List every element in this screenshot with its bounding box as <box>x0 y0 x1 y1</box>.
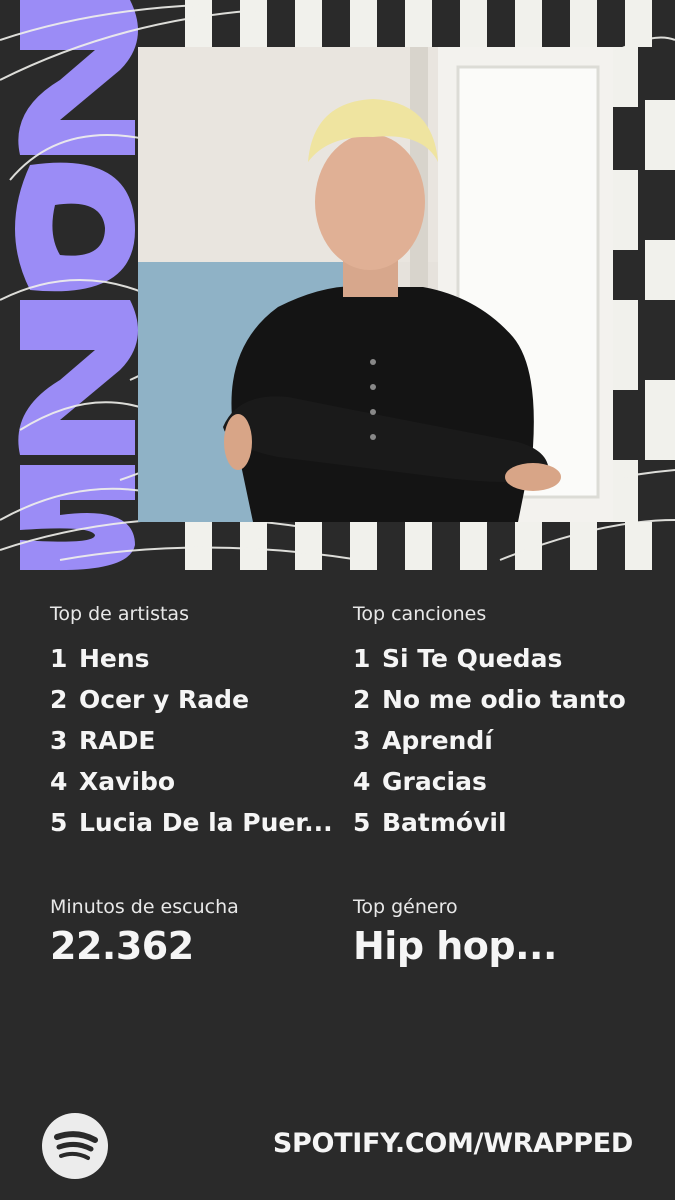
song-item: 5 Batmóvil <box>353 808 507 837</box>
song-item: 3 Aprendí <box>353 726 493 755</box>
song-item: 4 Gracias <box>353 767 487 796</box>
artist-item: 4 Xavibo <box>50 767 176 796</box>
artist-item: 3 RADE <box>50 726 156 755</box>
genre-value: Hip hop... <box>353 924 557 968</box>
song-item: 2 No me odio tanto <box>353 685 626 714</box>
artist-name: Xavibo <box>79 767 176 796</box>
top-artists-list: 1 Hens 2 Ocer y Rade 3 RADE 4 Xavibo 5 Lucia … <box>50 638 333 843</box>
top-songs-heading: Top canciones <box>353 603 487 625</box>
artist-name: Hens <box>79 644 150 673</box>
artist-name: Lucia De la Puer... <box>79 808 333 837</box>
artist-item: 5 Lucia De la Puer... <box>50 808 333 837</box>
wrapped-url-link[interactable]: SPOTIFY.COM/WRAPPED <box>273 1128 633 1159</box>
spotify-logo-icon[interactable] <box>42 1113 108 1179</box>
song-name: No me odio tanto <box>382 685 626 714</box>
hero-artwork <box>0 0 675 570</box>
artist-name: Ocer y Rade <box>79 685 250 714</box>
song-name: Gracias <box>382 767 487 796</box>
song-name: Batmóvil <box>382 808 507 837</box>
genre-label: Top género <box>353 896 458 918</box>
song-name: Aprendí <box>382 726 493 755</box>
artist-name: RADE <box>79 726 156 755</box>
artist-photo <box>138 47 613 522</box>
top-artists-heading: Top de artistas <box>50 603 189 625</box>
artist-item: 2 Ocer y Rade <box>50 685 250 714</box>
song-name: Si Te Quedas <box>382 644 563 673</box>
minutes-value: 22.362 <box>50 924 194 968</box>
artist-item: 1 Hens <box>50 644 150 673</box>
song-item: 1 Si Te Quedas <box>353 644 563 673</box>
minutes-label: Minutos de escucha <box>50 896 239 918</box>
top-songs-list: 1 Si Te Quedas 2 No me odio tanto 3 Aprendí… <box>353 638 626 843</box>
